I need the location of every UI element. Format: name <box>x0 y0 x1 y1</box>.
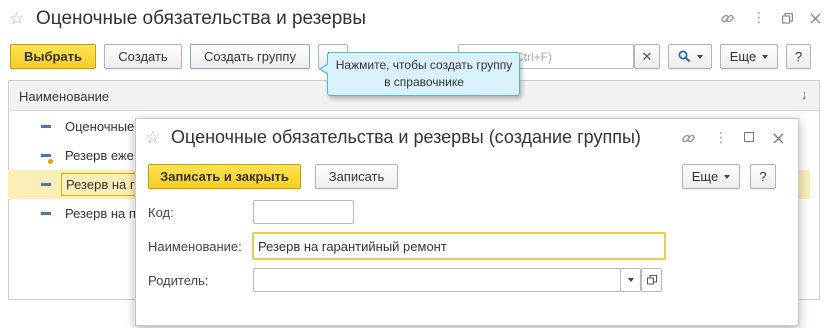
create-button[interactable]: Создать <box>104 44 182 69</box>
name-label: Наименование: <box>148 239 242 254</box>
sort-arrow-icon[interactable]: ↓ <box>801 87 808 102</box>
name-field[interactable]: Резерв на гарантийный ремонт <box>252 232 666 260</box>
link-icon[interactable] <box>681 131 696 149</box>
restore-window-icon[interactable] <box>782 12 793 24</box>
parent-label: Родитель: <box>148 273 209 288</box>
favorite-star-icon[interactable]: ☆ <box>145 129 160 146</box>
marker-icon <box>48 159 53 164</box>
item-icon <box>41 125 51 128</box>
item-icon <box>41 212 51 215</box>
row-label: Резерв на п <box>65 206 136 221</box>
open-form-icon <box>646 275 657 285</box>
help-button[interactable]: ? <box>786 44 811 69</box>
select-button[interactable]: Выбрать <box>10 44 96 69</box>
code-field[interactable] <box>253 200 354 224</box>
column-header-name[interactable]: Наименование <box>19 89 109 104</box>
chevron-down-icon <box>627 278 634 282</box>
close-window-icon[interactable] <box>810 12 821 24</box>
parent-dropdown-button[interactable] <box>620 268 641 292</box>
row-label: Резерв еже <box>65 148 134 163</box>
parent-open-button[interactable] <box>641 268 662 292</box>
more-label: Еще <box>691 169 719 184</box>
dialog-title: Оценочные обязательства и резервы (созда… <box>171 127 641 147</box>
more-actions-icon[interactable]: ⋮ <box>752 10 766 24</box>
tooltip: Нажмите, чтобы создать группу в справочн… <box>319 52 520 96</box>
more-button[interactable]: Еще <box>682 164 740 189</box>
search-options-button[interactable] <box>668 44 712 69</box>
more-label: Еще <box>729 49 757 64</box>
item-icon <box>41 183 51 186</box>
create-group-button[interactable]: Создать группу <box>190 44 310 69</box>
tooltip-text: Нажмите, чтобы создать группу в справочн… <box>335 58 513 89</box>
name-value: Резерв на гарантийный ремонт <box>258 239 447 254</box>
more-actions-icon[interactable]: ⋮ <box>714 130 728 144</box>
chevron-down-icon <box>724 174 731 179</box>
row-label: Оценочные <box>65 119 135 134</box>
tooltip-pointer-fill <box>321 64 329 74</box>
clear-search-button[interactable]: ✕ <box>634 44 660 69</box>
help-button[interactable]: ? <box>750 164 776 189</box>
clear-icon: ✕ <box>641 48 653 64</box>
row-label: Резерв на г <box>61 173 140 196</box>
favorite-star-icon[interactable]: ☆ <box>9 10 24 27</box>
save-and-close-button[interactable]: Записать и закрыть <box>148 164 301 189</box>
more-button[interactable]: Еще <box>720 44 778 69</box>
chevron-down-icon <box>762 54 769 59</box>
close-icon[interactable] <box>773 132 784 147</box>
maximize-icon[interactable] <box>744 132 754 142</box>
search-icon <box>678 50 690 63</box>
create-group-dialog: ☆ Оценочные обязательства и резервы (соз… <box>135 118 799 326</box>
item-icon <box>41 154 51 157</box>
save-button[interactable]: Записать <box>315 164 398 189</box>
chevron-down-icon <box>696 54 703 59</box>
link-icon[interactable] <box>718 11 736 28</box>
code-label: Код: <box>148 205 174 220</box>
page-title: Оценочные обязательства и резервы <box>36 8 367 29</box>
parent-field[interactable] <box>253 268 621 292</box>
